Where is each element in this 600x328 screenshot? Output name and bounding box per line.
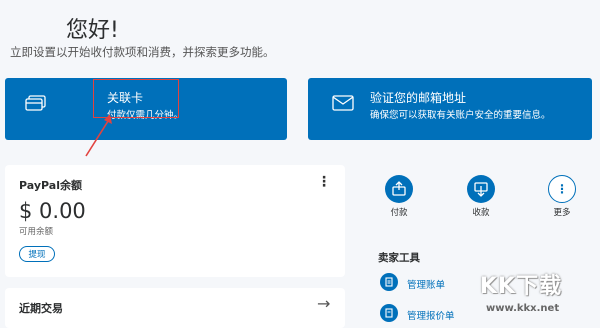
request-money-button[interactable] [467,175,495,203]
invoice-icon [380,273,398,291]
balance-amount: $ 0.00 [19,199,86,223]
withdraw-button[interactable]: 提现 [19,246,55,262]
credit-card-icon [25,95,46,111]
verify-email-subtitle: 确保您可以获取有关账户安全的重要信息。 [370,110,551,121]
greeting-title: 您好! [66,18,119,43]
seller-tools-title: 卖家工具 [378,252,420,264]
recent-transactions-panel[interactable]: 近期交易 → [5,288,345,328]
watermark-url: www.kkx.net [486,303,560,314]
more-icon: ⋮ [556,182,568,196]
balance-panel: PayPal余额 ⋮ $ 0.00 可用余额 提现 [5,165,345,277]
send-money-label: 付款 [390,208,408,218]
send-money-icon [392,181,406,196]
manage-invoices-link[interactable]: 管理账单 [407,277,445,291]
send-money-button[interactable] [385,175,413,203]
estimate-icon [380,304,398,322]
more-button[interactable]: ⋮ [548,175,576,203]
verify-email-title: 验证您的邮箱地址 [370,91,467,105]
more-label: 更多 [553,208,571,218]
request-money-icon [474,182,488,197]
envelope-icon [332,95,354,111]
manage-estimates-link[interactable]: 管理报价单 [407,308,455,322]
greeting-subtitle: 立即设置以开始收付款项和消费，并探索更多功能。 [10,45,275,59]
balance-title: PayPal余额 [19,179,82,192]
recent-transactions-title: 近期交易 [19,302,63,315]
watermark-logo: KK下载 [480,274,563,299]
verify-email-banner[interactable]: 验证您的邮箱地址 确保您可以获取有关账户安全的重要信息。 [308,78,592,140]
arrow-right-icon[interactable]: → [317,294,330,313]
annotation-arrow-icon [85,114,112,157]
request-money-label: 收款 [472,208,490,218]
available-balance-label: 可用余额 [19,227,54,237]
kebab-menu-icon[interactable]: ⋮ [317,174,331,190]
